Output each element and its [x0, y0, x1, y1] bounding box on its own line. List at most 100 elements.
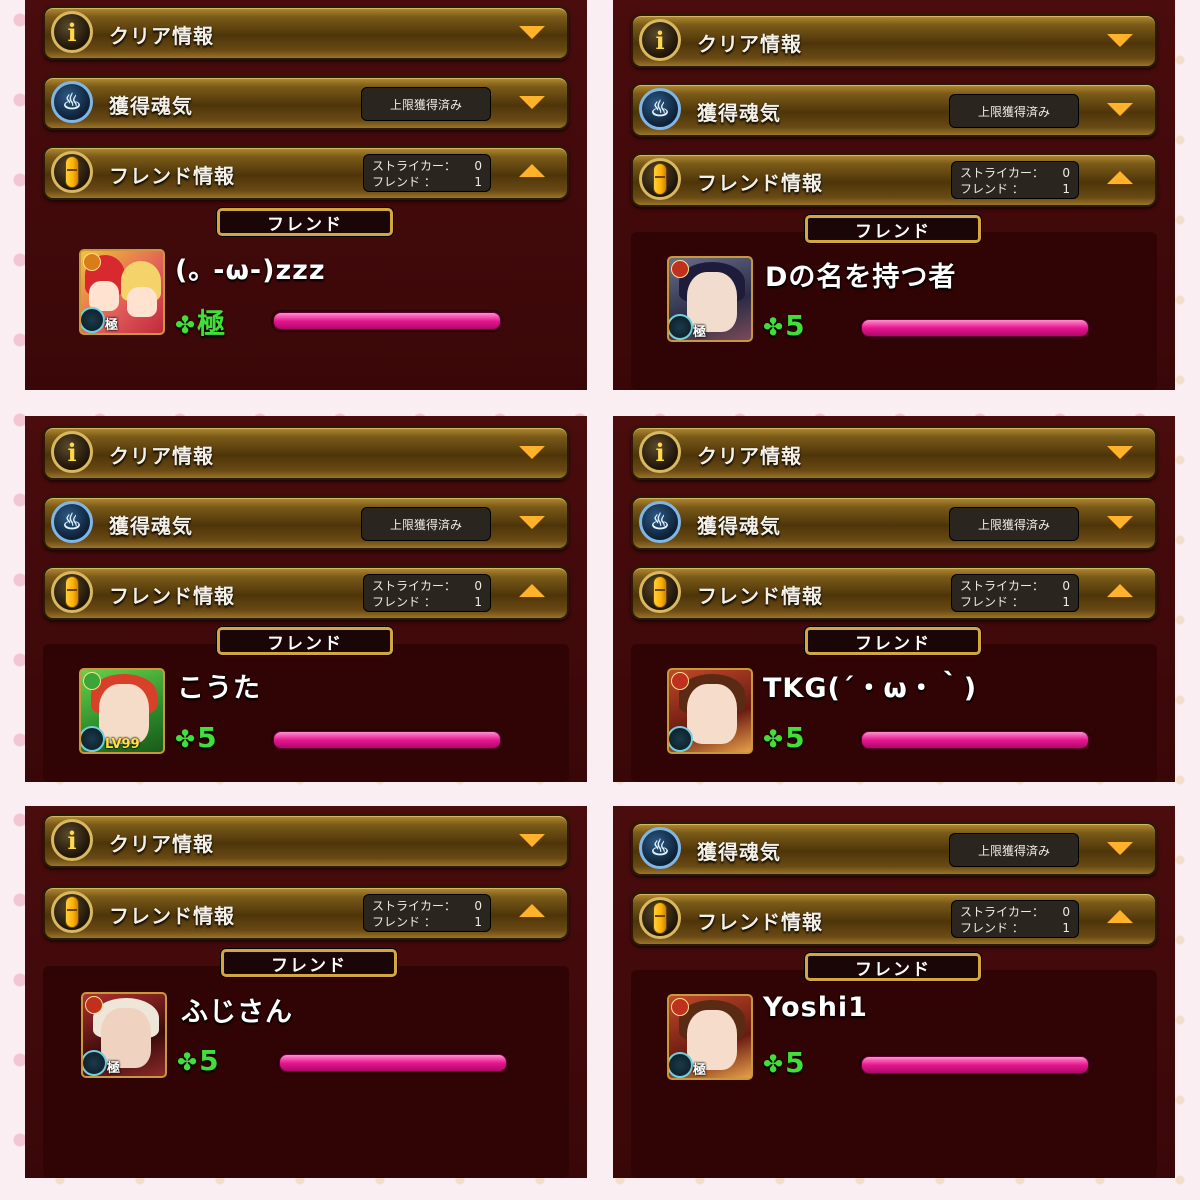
soul-flame-icon: ♨ — [639, 88, 681, 130]
friend-info-bar[interactable]: フレンド情報 ストライカー： 0 フレンド ： 1 — [43, 146, 569, 200]
chevron-up-icon[interactable] — [519, 584, 545, 597]
clear-info-title: クリア情報 — [109, 444, 214, 468]
soul-bar[interactable]: ♨ 獲得魂気 上限獲得済み — [631, 822, 1157, 876]
clear-info-bar[interactable]: i クリア情報 — [43, 814, 569, 868]
soul-flame-icon: ♨ — [639, 827, 681, 869]
friend-count-label: フレンド ： — [960, 182, 1024, 196]
friend-count-label: フレンド ： — [372, 175, 436, 189]
soul-flame-icon: ♨ — [639, 501, 681, 543]
friend-count: 1 — [474, 915, 482, 929]
chevron-down-icon[interactable] — [519, 446, 545, 459]
chevron-down-icon[interactable] — [1107, 842, 1133, 855]
soul-status-badge: 上限獲得済み — [361, 87, 491, 121]
soul-title: 獲得魂気 — [697, 514, 781, 538]
soul-title: 獲得魂気 — [109, 94, 193, 118]
clear-info-title: クリア情報 — [697, 32, 802, 56]
screenshot-panel-2: i クリア情報 ♨ 獲得魂気 上限獲得済み フレンド情報 ストライカー： 0 フレ… — [613, 0, 1175, 390]
avatar[interactable] — [667, 668, 753, 754]
chevron-down-icon[interactable] — [519, 834, 545, 847]
friend-info-bar[interactable]: フレンド情報 ストライカー： 0 フレンド ： 1 — [631, 892, 1157, 946]
clear-info-title: クリア情報 — [109, 24, 214, 48]
chevron-up-icon[interactable] — [519, 164, 545, 177]
avatar[interactable]: 極 — [667, 994, 753, 1080]
chevron-down-icon[interactable] — [1107, 446, 1133, 459]
friend-name: (｡ -ω-)zzz — [175, 255, 326, 286]
clear-info-bar[interactable]: i クリア情報 — [43, 6, 569, 60]
chevron-down-icon[interactable] — [1107, 34, 1133, 47]
element-icon — [83, 672, 101, 690]
chevron-down-icon[interactable] — [519, 516, 545, 529]
chevron-down-icon[interactable] — [519, 26, 545, 39]
friend-gauge — [279, 1054, 507, 1072]
luck-value: ✤5 — [763, 721, 805, 754]
clover-icon: ✤ — [177, 1048, 198, 1076]
friend-info-bar[interactable]: フレンド情報 ストライカー： 0 フレンド ： 1 — [631, 566, 1157, 620]
clear-info-bar[interactable]: i クリア情報 — [631, 14, 1157, 68]
soul-flame-icon: ♨ — [51, 501, 93, 543]
striker-label: ストライカー： — [960, 905, 1045, 919]
striker-count: 0 — [1062, 579, 1070, 593]
friend-pill-icon — [639, 571, 681, 613]
avatar[interactable]: 極 — [81, 992, 167, 1078]
soul-title: 獲得魂気 — [109, 514, 193, 538]
friend-info-title: フレンド情報 — [697, 584, 823, 608]
clover-icon: ✤ — [763, 1050, 784, 1078]
screenshot-panel-6: ♨ 獲得魂気 上限獲得済み フレンド情報 ストライカー： 0 フレンド ： 1 フレ… — [613, 806, 1175, 1178]
striker-label: ストライカー： — [960, 579, 1045, 593]
screenshot-panel-3: i クリア情報 ♨ 獲得魂気 上限獲得済み フレンド情報 ストライカー： 0 フレ… — [25, 416, 587, 782]
friend-count: 1 — [1062, 182, 1070, 196]
info-icon: i — [639, 19, 681, 61]
chevron-up-icon[interactable] — [519, 904, 545, 917]
chevron-down-icon[interactable] — [1107, 516, 1133, 529]
screenshot-panel-5: i クリア情報 フレンド情報 ストライカー： 0 フレンド ： 1 フレンド 極 ふ… — [25, 806, 587, 1178]
friend-count-label: フレンド ： — [372, 595, 436, 609]
friend-count-label: フレンド ： — [960, 921, 1024, 935]
friend-count-label: フレンド ： — [372, 915, 436, 929]
friend-info-bar[interactable]: フレンド情報 ストライカー： 0 フレンド ： 1 — [631, 153, 1157, 207]
clover-icon: ✤ — [763, 313, 784, 341]
badge-icon — [669, 314, 693, 340]
friend-info-title: フレンド情報 — [697, 171, 823, 195]
friend-count: 1 — [474, 175, 482, 189]
info-icon: i — [51, 819, 93, 861]
soul-bar[interactable]: ♨ 獲得魂気 上限獲得済み — [631, 83, 1157, 137]
soul-bar[interactable]: ♨ 獲得魂気 上限獲得済み — [43, 76, 569, 130]
luck-value: ✤5 — [763, 309, 805, 342]
chevron-up-icon[interactable] — [1107, 171, 1133, 184]
element-icon — [85, 996, 103, 1014]
chevron-up-icon[interactable] — [1107, 910, 1133, 923]
friend-name: TKG(´・ω・｀) — [763, 673, 978, 704]
soul-bar[interactable]: ♨ 獲得魂気 上限獲得済み — [631, 496, 1157, 550]
soul-title: 獲得魂気 — [697, 101, 781, 125]
friend-info-bar[interactable]: フレンド情報 ストライカー： 0 フレンド ： 1 — [43, 566, 569, 620]
avatar-sub-label: LV99 — [105, 737, 140, 752]
friend-count: 1 — [1062, 921, 1070, 935]
friend-info-title: フレンド情報 — [697, 910, 823, 934]
chevron-down-icon[interactable] — [1107, 103, 1133, 116]
friend-gauge — [273, 312, 501, 330]
info-icon: i — [51, 431, 93, 473]
friend-count-label: フレンド ： — [960, 595, 1024, 609]
soul-status-badge: 上限獲得済み — [949, 507, 1079, 541]
avatar[interactable]: LV99 — [79, 668, 165, 754]
friend-gauge — [861, 731, 1089, 749]
striker-count: 0 — [474, 159, 482, 173]
chevron-down-icon[interactable] — [519, 96, 545, 109]
friend-name: Dの名を持つ者 — [765, 262, 957, 293]
soul-bar[interactable]: ♨ 獲得魂気 上限獲得済み — [43, 496, 569, 550]
clover-icon: ✤ — [763, 725, 784, 753]
clear-info-bar[interactable]: i クリア情報 — [631, 426, 1157, 480]
clear-info-title: クリア情報 — [109, 832, 214, 856]
luck-value: ✤5 — [763, 1046, 805, 1079]
avatar[interactable]: 極 — [79, 249, 165, 335]
soul-flame-icon: ♨ — [51, 81, 93, 123]
clear-info-bar[interactable]: i クリア情報 — [43, 426, 569, 480]
avatar[interactable]: 極 — [667, 256, 753, 342]
friend-count: 1 — [474, 595, 482, 609]
friend-info-bar[interactable]: フレンド情報 ストライカー： 0 フレンド ： 1 — [43, 886, 569, 940]
friend-info-title: フレンド情報 — [109, 904, 235, 928]
friend-stats: ストライカー： 0 フレンド ： 1 — [363, 574, 491, 612]
luck-value: ✤5 — [175, 721, 217, 754]
badge-icon — [83, 1050, 107, 1076]
chevron-up-icon[interactable] — [1107, 584, 1133, 597]
